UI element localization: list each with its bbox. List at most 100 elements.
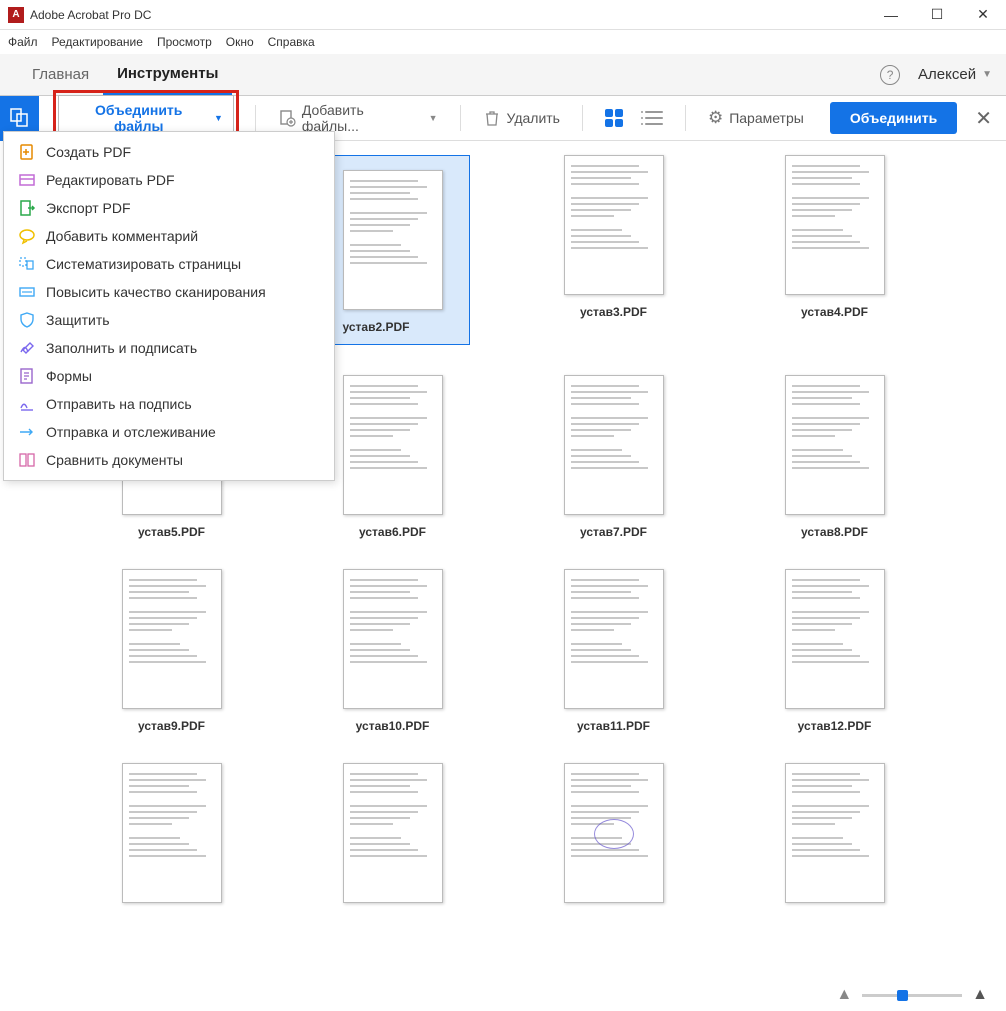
shield-icon (18, 311, 36, 329)
menu-window[interactable]: Окно (226, 35, 254, 49)
trash-icon (483, 109, 501, 127)
file-thumbnail (785, 155, 885, 295)
file-thumbnail (564, 763, 664, 903)
send-track-icon (18, 423, 36, 441)
close-button[interactable]: ✕ (960, 0, 1006, 30)
dd-create-pdf[interactable]: Создать PDF (4, 138, 334, 166)
file-thumbnail (343, 763, 443, 903)
file-item[interactable]: устав9.PDF (76, 569, 267, 733)
chevron-down-icon: ▼ (429, 113, 438, 123)
minimize-button[interactable]: — (868, 0, 914, 30)
delete-label: Удалить (507, 110, 560, 126)
file-thumbnail (343, 569, 443, 709)
file-label: устав11.PDF (577, 719, 650, 733)
send-sign-icon (18, 395, 36, 413)
menu-view[interactable]: Просмотр (157, 35, 212, 49)
delete-button[interactable]: Удалить (477, 109, 566, 127)
add-page-icon (278, 109, 296, 127)
file-thumbnail (564, 375, 664, 515)
file-label: устав8.PDF (801, 525, 868, 539)
file-item[interactable]: устав11.PDF (518, 569, 709, 733)
dd-export-pdf[interactable]: Экспорт PDF (4, 194, 334, 222)
scan-icon (18, 283, 36, 301)
dd-organize-pages[interactable]: Систематизировать страницы (4, 250, 334, 278)
file-label: устав9.PDF (138, 719, 205, 733)
file-item[interactable]: устав12.PDF (739, 569, 930, 733)
edit-pdf-icon (18, 171, 36, 189)
chevron-down-icon: ▼ (214, 113, 223, 123)
file-thumbnail (564, 569, 664, 709)
options-label: Параметры (729, 110, 804, 126)
file-item[interactable] (518, 763, 709, 913)
file-thumbnail (785, 375, 885, 515)
separator (255, 105, 256, 131)
dd-forms[interactable]: Формы (4, 362, 334, 390)
forms-icon (18, 367, 36, 385)
file-item[interactable] (76, 763, 267, 913)
file-item[interactable] (739, 763, 930, 913)
separator (685, 105, 686, 131)
file-label: устав6.PDF (359, 525, 426, 539)
file-item[interactable]: устав4.PDF (739, 155, 930, 345)
grid-icon (605, 109, 623, 127)
file-label: устав12.PDF (798, 719, 872, 733)
close-panel-button[interactable]: ✕ (975, 106, 992, 131)
dd-fill-sign[interactable]: Заполнить и подписать (4, 334, 334, 362)
file-thumbnail (785, 569, 885, 709)
view-list-button[interactable] (639, 109, 669, 127)
file-item[interactable] (297, 763, 488, 913)
file-thumbnail (343, 170, 443, 310)
file-thumbnail (564, 155, 664, 295)
dd-protect[interactable]: Защитить (4, 306, 334, 334)
user-menu[interactable]: Алексей (918, 66, 976, 83)
compare-icon (18, 451, 36, 469)
organize-icon (18, 255, 36, 273)
zoom-in-icon[interactable]: ▲ (972, 986, 988, 1004)
combine-button[interactable]: Объединить (830, 102, 957, 134)
menu-file[interactable]: Файл (8, 35, 38, 49)
export-pdf-icon (18, 199, 36, 217)
file-label: устав3.PDF (580, 305, 647, 319)
help-icon[interactable]: ? (880, 65, 900, 85)
zoom-handle[interactable] (897, 990, 908, 1001)
titlebar: A Adobe Acrobat Pro DC — ☐ ✕ (0, 0, 1006, 30)
file-label: устав4.PDF (801, 305, 868, 319)
comment-icon (18, 227, 36, 245)
file-item[interactable]: устав7.PDF (518, 375, 709, 539)
list-icon (645, 109, 663, 127)
file-thumbnail (343, 375, 443, 515)
zoom-out-icon[interactable]: ▲ (836, 986, 852, 1004)
file-label: устав5.PDF (138, 525, 205, 539)
create-pdf-icon (18, 143, 36, 161)
tools-dropdown: Создать PDF Редактировать PDF Экспорт PD… (3, 131, 335, 481)
file-item[interactable]: устав3.PDF (518, 155, 709, 345)
maximize-button[interactable]: ☐ (914, 0, 960, 30)
add-files-button[interactable]: Добавить файлы... ▼ (272, 102, 444, 134)
chevron-down-icon: ▼ (982, 69, 992, 80)
menu-edit[interactable]: Редактирование (52, 35, 143, 49)
dd-edit-pdf[interactable]: Редактировать PDF (4, 166, 334, 194)
file-item[interactable]: устав8.PDF (739, 375, 930, 539)
dd-enhance-scan[interactable]: Повысить качество сканирования (4, 278, 334, 306)
menubar: Файл Редактирование Просмотр Окно Справк… (0, 30, 1006, 54)
file-thumbnail (785, 763, 885, 903)
window-title: Adobe Acrobat Pro DC (30, 8, 868, 22)
file-label: устав10.PDF (356, 719, 430, 733)
file-thumbnail (122, 763, 222, 903)
file-item[interactable]: устав10.PDF (297, 569, 488, 733)
app-icon: A (8, 7, 24, 23)
add-files-label: Добавить файлы... (302, 102, 423, 134)
file-thumbnail (122, 569, 222, 709)
view-grid-button[interactable] (599, 109, 629, 127)
dd-compare[interactable]: Сравнить документы (4, 446, 334, 474)
menu-help[interactable]: Справка (268, 35, 315, 49)
options-button[interactable]: ⚙ Параметры (702, 108, 810, 128)
zoom-bar: ▲ ▲ (0, 983, 1006, 1007)
zoom-slider[interactable] (862, 994, 962, 997)
dd-send-sign[interactable]: Отправить на подпись (4, 390, 334, 418)
dd-send-track[interactable]: Отправка и отслеживание (4, 418, 334, 446)
combine-files-label: Объединить файлы (69, 102, 207, 134)
dd-comment[interactable]: Добавить комментарий (4, 222, 334, 250)
separator (582, 105, 583, 131)
gear-icon: ⚙ (708, 108, 723, 128)
